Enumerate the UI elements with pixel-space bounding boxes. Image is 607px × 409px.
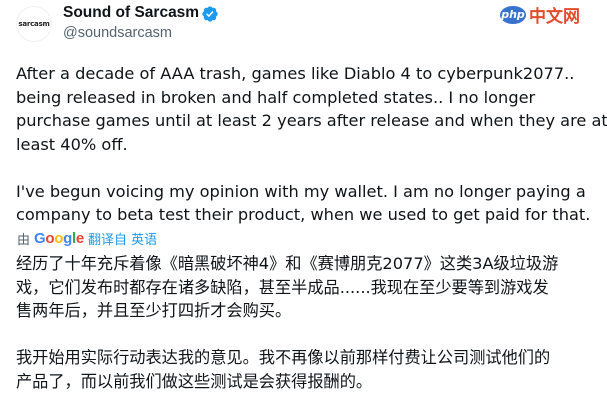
author-handle[interactable]: @soundsarcasm	[63, 25, 172, 41]
watermark-text: 中文网	[529, 7, 580, 27]
translation-line: 售两年后，并且至少打四折才会购买。	[16, 301, 292, 320]
tweet-line: I've begun voicing my opinion with my wa…	[16, 181, 586, 201]
translation-attribution: 由 Google 翻译自 英语	[17, 229, 157, 248]
google-logo: Google	[34, 230, 84, 247]
tweet-line: purchase games until at least 2 years af…	[16, 111, 607, 130]
tweet-line: company to beta test their product, when…	[16, 205, 591, 224]
avatar-logo-text: sarcasm	[18, 20, 50, 28]
translation-line: 经历了十年充斥着像《暗黑破坏神4》和《赛博朋克2077》这类3A级垃圾游	[16, 254, 559, 273]
author-display-name[interactable]: Sound of Sarcasm	[63, 4, 199, 22]
tweet-line: being released in broken and half comple…	[16, 87, 536, 107]
watermark-logo: php	[500, 5, 526, 24]
translation-line: 我开始用实际行动表达我的意见。我不再像以前那样付费让公司测试他们的	[16, 348, 551, 367]
site-watermark: php 中文网	[500, 2, 580, 27]
translated-from-link[interactable]: 翻译自 英语	[88, 229, 157, 248]
translated-by-label: 由	[17, 233, 31, 248]
verified-badge-icon	[202, 6, 218, 22]
tweet-body: After a decade of AAA trash, games like …	[16, 62, 607, 227]
translated-text: 经历了十年充斥着像《暗黑破坏神4》和《赛博朋克2077》这类3A级垃圾游 戏，它…	[16, 252, 596, 393]
translation-line: 产品了，而以前我们做这些测试是会获得报酬的。	[16, 371, 373, 391]
tweet-line: After a decade of AAA trash, games like …	[16, 64, 575, 83]
avatar[interactable]: sarcasm	[16, 6, 52, 42]
tweet-line: least 40% off.	[16, 134, 128, 154]
translation-line: 戏，它们发布时都存在诸多缺陷，甚至半成品......我现在至少要等到游戏发	[16, 277, 549, 297]
